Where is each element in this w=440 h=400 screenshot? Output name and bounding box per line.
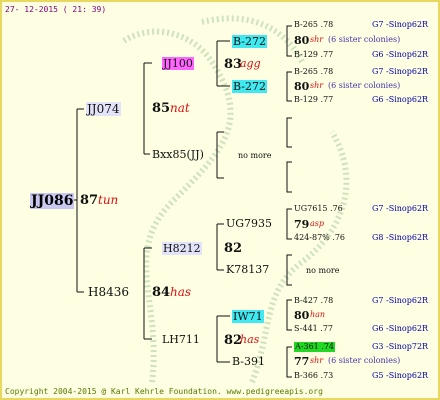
fff-note: (6 sister colonies)	[328, 356, 401, 365]
mmm-year: 80	[294, 34, 310, 47]
fmm-year: 79	[294, 218, 310, 231]
fff-sire-b: B-366 .73	[294, 371, 334, 380]
mmf-cat-a: G7 -Sinop62R	[372, 67, 429, 76]
ffm-cat-b: G6 -Sinop62R	[372, 324, 429, 333]
mmf-cat-b: G6 -Sinop62R	[372, 95, 429, 104]
mother-race: nat	[170, 101, 190, 115]
fmm-cat-b: G8 -Sinop62R	[372, 233, 429, 242]
fff-sire-a: A-361 .74	[294, 342, 336, 352]
fff-id: B-391	[232, 355, 265, 368]
father-id: H8436	[88, 285, 130, 299]
mmf-sire-a: B-265 .78	[294, 67, 334, 76]
mmm-cat-b: G6 -Sinop62R	[372, 50, 429, 59]
ff-race: has	[240, 333, 260, 346]
ffm-sire-b: S-441 .77	[294, 324, 334, 333]
fm-id: H8212	[162, 242, 202, 255]
copyright-footer: Copyright 2004-2015 @ Karl Kehrle Founda…	[5, 387, 323, 396]
mmf-id: B-272	[232, 80, 267, 93]
mm-race: agg	[240, 57, 261, 70]
root-year: 87	[80, 193, 99, 208]
fmm-sire-a: UG7615 .76	[294, 204, 343, 213]
mmf-note: (6 sister colonies)	[328, 81, 401, 90]
ff-id: LH711	[162, 333, 200, 346]
fmf-no-more: no more	[306, 266, 340, 275]
mmm-note: (6 sister colonies)	[328, 35, 401, 44]
mmm-cat-a: G7 -Sinop62R	[372, 20, 429, 29]
ffm-race: han	[310, 310, 326, 319]
fmm-id: UG7935	[226, 217, 273, 230]
mm-id: JJ100	[162, 57, 194, 70]
fmf-id: K78137	[226, 263, 270, 276]
fm-year: 82	[224, 241, 243, 256]
root-queen-id: JJ086	[30, 193, 75, 209]
father-year: 84	[152, 285, 171, 300]
fmm-race: asp	[310, 219, 324, 228]
mf-id: Bxx85(JJ)	[152, 148, 204, 161]
fmm-sire-b: 424-87% .76	[294, 233, 346, 242]
mmf-year: 80	[294, 80, 310, 93]
ffm-year: 80	[294, 309, 310, 322]
root-race: tun	[98, 193, 119, 207]
mmm-sire-a: B-265 .78	[294, 20, 334, 29]
mmm-id: B-272	[232, 35, 267, 48]
mmm-sire-b: B-129 .77	[294, 50, 334, 59]
fff-cat-b: G5 -Sinop62R	[372, 371, 429, 380]
mmf-sire-b: B-129 .77	[294, 95, 334, 104]
father-race: has	[170, 285, 192, 299]
ffm-sire-a: B-427 .78	[294, 296, 334, 305]
mother-id: JJ074	[86, 102, 121, 116]
mmm-race: shr	[310, 35, 324, 44]
fff-year: 77	[294, 355, 310, 368]
ffm-id: IW71	[232, 310, 264, 323]
mother-year: 85	[152, 101, 171, 116]
fff-race: shr	[310, 356, 324, 365]
ffm-cat-a: G7 -Sinop62R	[372, 296, 429, 305]
fff-cat-a: G3 -Sinop72R	[372, 342, 429, 351]
mf-no-more: no more	[238, 151, 272, 160]
timestamp: 27- 12-2015 ( 21: 39)	[5, 5, 107, 14]
pedigree-chart: 27- 12-2015 ( 21: 39) JJ086 87 tun JJ074…	[0, 0, 440, 400]
mmf-race: shr	[310, 81, 324, 90]
fmm-cat-a: G7 -Sinop62R	[372, 204, 429, 213]
